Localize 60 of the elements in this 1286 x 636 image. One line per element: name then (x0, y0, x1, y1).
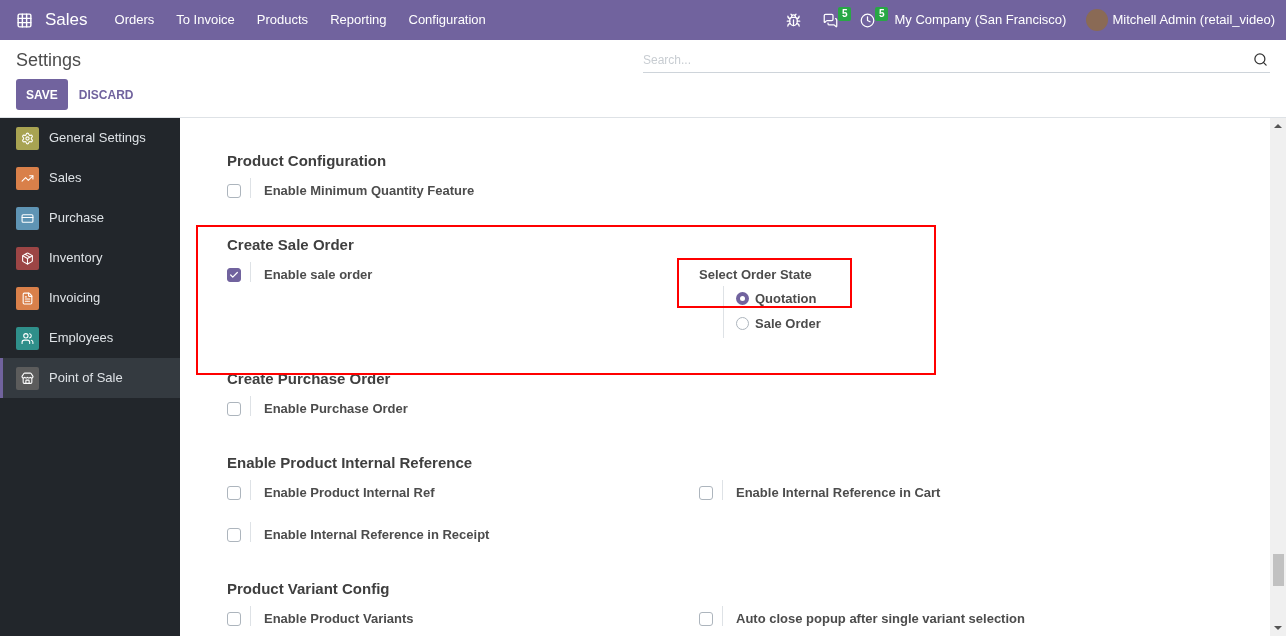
sidebar-item[interactable]: Sales (0, 158, 180, 198)
search-icon[interactable] (1253, 52, 1268, 67)
section-title: Product Variant Config (227, 579, 391, 599)
menu-item[interactable]: Reporting (319, 10, 398, 30)
section-title: Product Configuration (227, 151, 388, 171)
section-title: Enable Product Internal Reference (227, 453, 474, 473)
menu-item[interactable]: Orders (103, 10, 166, 30)
sidebar-item[interactable]: General Settings (0, 118, 180, 158)
page-title: Settings (16, 49, 83, 71)
check-icon (229, 270, 239, 280)
sidebar-label: Employees (49, 329, 114, 348)
checkbox[interactable] (227, 528, 241, 542)
count-badge: 5 (874, 7, 889, 21)
sidebar-item[interactable]: Point of Sale (0, 358, 180, 398)
section-title: Create Sale Order (227, 235, 355, 255)
setting-label: Enable Internal Reference in Cart (736, 484, 941, 502)
save-button[interactable]: SAVE (16, 79, 68, 110)
checkbox[interactable] (227, 184, 241, 198)
sidebar-item[interactable]: Invoicing (0, 278, 180, 318)
radio-button[interactable] (736, 317, 749, 330)
sidebar-item[interactable]: Employees (0, 318, 180, 358)
app-name[interactable]: Sales (45, 7, 88, 33)
sidebar-label: Inventory (49, 249, 103, 268)
radio-button[interactable] (736, 292, 749, 305)
checkbox[interactable] (227, 268, 241, 282)
menu-item[interactable]: To Invoice (165, 10, 246, 30)
menu-item[interactable]: Products (245, 10, 320, 30)
sidebar-label: Invoicing (49, 289, 101, 308)
discard-button[interactable]: DISCARD (68, 79, 144, 110)
setting-label: Select Order State (699, 266, 813, 284)
sidebar-label: Sales (49, 169, 82, 188)
bug-icon[interactable] (786, 12, 802, 28)
scrollbar[interactable] (1270, 118, 1286, 636)
setting-label: Auto close popup after single variant selection (736, 610, 1025, 628)
sidebar-item[interactable]: Inventory (0, 238, 180, 278)
apps-menu-icon[interactable] (16, 11, 33, 29)
sidebar-label: Point of Sale (49, 369, 123, 388)
radio-label: Sale Order (755, 314, 821, 333)
menu-item[interactable]: Configuration (397, 10, 497, 30)
chat-icon[interactable] (823, 12, 839, 28)
checkbox[interactable] (227, 486, 241, 500)
clock-icon[interactable] (860, 12, 876, 28)
company-switcher[interactable]: My Company (San Francisco) (894, 10, 1067, 30)
sidebar-label: General Settings (49, 129, 146, 148)
setting-label: Enable Internal Reference in Receipt (264, 526, 490, 544)
checkbox[interactable] (699, 486, 713, 500)
setting-label: Enable Minimum Quantity Feature (264, 182, 475, 200)
checkbox[interactable] (699, 612, 713, 626)
avatar[interactable] (1086, 9, 1109, 31)
sidebar-item[interactable]: Purchase (0, 198, 180, 238)
checkbox[interactable] (227, 612, 241, 626)
user-menu[interactable]: Mitchell Admin (retail_video) (1112, 10, 1275, 30)
count-badge: 5 (837, 7, 852, 21)
setting-label: Enable Product Internal Ref (264, 484, 435, 502)
radio-label: Quotation (755, 289, 817, 308)
sidebar-label: Purchase (49, 209, 104, 228)
setting-label: Enable Product Variants (264, 610, 414, 628)
setting-label: Enable Purchase Order (264, 400, 408, 418)
checkbox[interactable] (227, 402, 241, 416)
setting-label: Enable sale order (264, 266, 373, 284)
